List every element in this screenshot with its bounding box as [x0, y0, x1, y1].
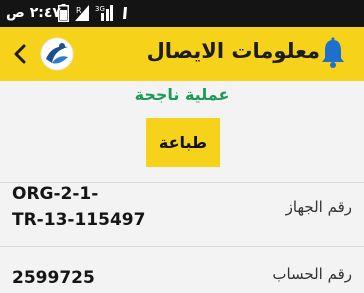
svg-text:3G: 3G: [95, 5, 105, 13]
back-icon[interactable]: [10, 42, 30, 66]
status-icons: R 3G: [58, 4, 133, 22]
battery-icon: [58, 4, 69, 22]
svg-text:R: R: [76, 6, 82, 15]
logo-icon: [40, 37, 74, 71]
app-header: معلومات الايصال: [0, 27, 364, 81]
device-number-label: رقم الجهاز: [285, 198, 352, 216]
status-time: ٢:٤٧ ص: [6, 5, 61, 21]
status-bar: ٢:٤٧ ص R 3G: [0, 0, 364, 27]
warning-icon: [119, 7, 131, 19]
device-number-line-2: TR-13-115497: [12, 210, 146, 230]
notification-icon: R: [75, 5, 89, 21]
bell-icon[interactable]: [319, 37, 347, 69]
device-number-value: ORG-2-1- TR-13-115497: [12, 181, 145, 233]
divider: [0, 246, 364, 247]
page-title: معلومات الايصال: [146, 39, 320, 63]
account-number-value: 2599725: [12, 265, 95, 291]
print-button[interactable]: طباعة: [146, 118, 220, 167]
account-number-label: رقم الحساب: [272, 265, 352, 283]
device-number-line-1: ORG-2-1-: [12, 184, 99, 204]
account-number-line-1: 2599725: [12, 268, 95, 288]
signal-icon: 3G: [95, 5, 113, 21]
success-message: عملية ناجحة: [134, 85, 230, 104]
